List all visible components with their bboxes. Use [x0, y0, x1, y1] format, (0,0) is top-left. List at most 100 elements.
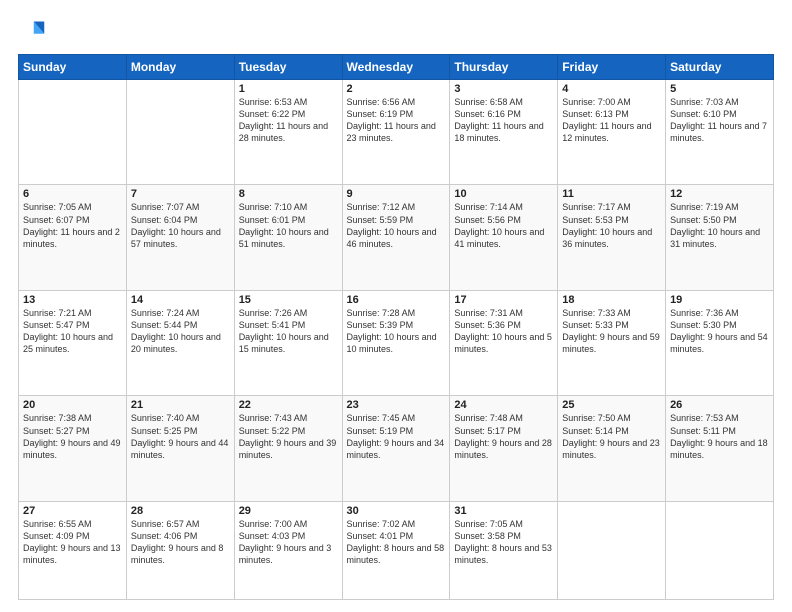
calendar-cell: 30Sunrise: 7:02 AMSunset: 4:01 PMDayligh… [342, 501, 450, 599]
day-number: 31 [454, 505, 553, 517]
day-number: 7 [131, 188, 230, 200]
day-number: 23 [347, 399, 446, 411]
logo [18, 18, 50, 46]
day-detail: Sunrise: 7:07 AMSunset: 6:04 PMDaylight:… [131, 201, 230, 250]
day-detail: Sunrise: 7:31 AMSunset: 5:36 PMDaylight:… [454, 307, 553, 356]
day-number: 24 [454, 399, 553, 411]
day-detail: Sunrise: 7:05 AMSunset: 6:07 PMDaylight:… [23, 201, 122, 250]
day-number: 5 [670, 83, 769, 95]
day-detail: Sunrise: 7:45 AMSunset: 5:19 PMDaylight:… [347, 412, 446, 461]
header-row: SundayMondayTuesdayWednesdayThursdayFrid… [19, 55, 774, 80]
header [18, 18, 774, 46]
day-number: 4 [562, 83, 661, 95]
day-number: 3 [454, 83, 553, 95]
calendar-cell: 16Sunrise: 7:28 AMSunset: 5:39 PMDayligh… [342, 290, 450, 395]
day-number: 2 [347, 83, 446, 95]
calendar-week-row: 6Sunrise: 7:05 AMSunset: 6:07 PMDaylight… [19, 185, 774, 290]
day-number: 29 [239, 505, 338, 517]
day-number: 9 [347, 188, 446, 200]
weekday-header: Thursday [450, 55, 558, 80]
day-number: 1 [239, 83, 338, 95]
day-number: 27 [23, 505, 122, 517]
day-detail: Sunrise: 7:38 AMSunset: 5:27 PMDaylight:… [23, 412, 122, 461]
weekday-header: Saturday [666, 55, 774, 80]
calendar-cell: 27Sunrise: 6:55 AMSunset: 4:09 PMDayligh… [19, 501, 127, 599]
calendar-cell: 23Sunrise: 7:45 AMSunset: 5:19 PMDayligh… [342, 396, 450, 501]
calendar-cell: 13Sunrise: 7:21 AMSunset: 5:47 PMDayligh… [19, 290, 127, 395]
day-detail: Sunrise: 7:10 AMSunset: 6:01 PMDaylight:… [239, 201, 338, 250]
day-detail: Sunrise: 7:21 AMSunset: 5:47 PMDaylight:… [23, 307, 122, 356]
calendar-cell: 3Sunrise: 6:58 AMSunset: 6:16 PMDaylight… [450, 80, 558, 185]
day-number: 14 [131, 294, 230, 306]
day-number: 8 [239, 188, 338, 200]
calendar-cell: 21Sunrise: 7:40 AMSunset: 5:25 PMDayligh… [126, 396, 234, 501]
calendar-week-row: 13Sunrise: 7:21 AMSunset: 5:47 PMDayligh… [19, 290, 774, 395]
calendar-cell: 18Sunrise: 7:33 AMSunset: 5:33 PMDayligh… [558, 290, 666, 395]
day-detail: Sunrise: 7:02 AMSunset: 4:01 PMDaylight:… [347, 518, 446, 567]
day-detail: Sunrise: 6:55 AMSunset: 4:09 PMDaylight:… [23, 518, 122, 567]
day-detail: Sunrise: 7:00 AMSunset: 6:13 PMDaylight:… [562, 96, 661, 145]
day-number: 18 [562, 294, 661, 306]
day-number: 20 [23, 399, 122, 411]
day-detail: Sunrise: 7:03 AMSunset: 6:10 PMDaylight:… [670, 96, 769, 145]
calendar-cell: 9Sunrise: 7:12 AMSunset: 5:59 PMDaylight… [342, 185, 450, 290]
day-number: 6 [23, 188, 122, 200]
calendar-table: SundayMondayTuesdayWednesdayThursdayFrid… [18, 54, 774, 600]
calendar-cell: 20Sunrise: 7:38 AMSunset: 5:27 PMDayligh… [19, 396, 127, 501]
calendar-cell: 12Sunrise: 7:19 AMSunset: 5:50 PMDayligh… [666, 185, 774, 290]
day-detail: Sunrise: 7:40 AMSunset: 5:25 PMDaylight:… [131, 412, 230, 461]
logo-icon [18, 18, 46, 46]
day-detail: Sunrise: 7:05 AMSunset: 3:58 PMDaylight:… [454, 518, 553, 567]
day-detail: Sunrise: 7:19 AMSunset: 5:50 PMDaylight:… [670, 201, 769, 250]
day-detail: Sunrise: 7:14 AMSunset: 5:56 PMDaylight:… [454, 201, 553, 250]
calendar-cell: 19Sunrise: 7:36 AMSunset: 5:30 PMDayligh… [666, 290, 774, 395]
calendar-cell: 1Sunrise: 6:53 AMSunset: 6:22 PMDaylight… [234, 80, 342, 185]
day-number: 13 [23, 294, 122, 306]
day-detail: Sunrise: 7:53 AMSunset: 5:11 PMDaylight:… [670, 412, 769, 461]
calendar-week-row: 20Sunrise: 7:38 AMSunset: 5:27 PMDayligh… [19, 396, 774, 501]
day-detail: Sunrise: 7:48 AMSunset: 5:17 PMDaylight:… [454, 412, 553, 461]
day-detail: Sunrise: 7:33 AMSunset: 5:33 PMDaylight:… [562, 307, 661, 356]
day-number: 12 [670, 188, 769, 200]
day-detail: Sunrise: 7:24 AMSunset: 5:44 PMDaylight:… [131, 307, 230, 356]
day-detail: Sunrise: 7:17 AMSunset: 5:53 PMDaylight:… [562, 201, 661, 250]
day-number: 22 [239, 399, 338, 411]
weekday-header: Wednesday [342, 55, 450, 80]
calendar-cell: 31Sunrise: 7:05 AMSunset: 3:58 PMDayligh… [450, 501, 558, 599]
day-number: 17 [454, 294, 553, 306]
page: SundayMondayTuesdayWednesdayThursdayFrid… [0, 0, 792, 612]
calendar-cell [558, 501, 666, 599]
calendar-cell: 6Sunrise: 7:05 AMSunset: 6:07 PMDaylight… [19, 185, 127, 290]
calendar-cell: 14Sunrise: 7:24 AMSunset: 5:44 PMDayligh… [126, 290, 234, 395]
day-number: 25 [562, 399, 661, 411]
calendar-cell: 4Sunrise: 7:00 AMSunset: 6:13 PMDaylight… [558, 80, 666, 185]
calendar-cell: 15Sunrise: 7:26 AMSunset: 5:41 PMDayligh… [234, 290, 342, 395]
day-number: 28 [131, 505, 230, 517]
day-detail: Sunrise: 7:26 AMSunset: 5:41 PMDaylight:… [239, 307, 338, 356]
calendar-cell: 25Sunrise: 7:50 AMSunset: 5:14 PMDayligh… [558, 396, 666, 501]
calendar-cell [19, 80, 127, 185]
calendar-cell [666, 501, 774, 599]
day-detail: Sunrise: 6:57 AMSunset: 4:06 PMDaylight:… [131, 518, 230, 567]
weekday-header: Tuesday [234, 55, 342, 80]
weekday-header: Sunday [19, 55, 127, 80]
day-detail: Sunrise: 7:00 AMSunset: 4:03 PMDaylight:… [239, 518, 338, 567]
calendar-cell: 2Sunrise: 6:56 AMSunset: 6:19 PMDaylight… [342, 80, 450, 185]
day-number: 19 [670, 294, 769, 306]
calendar-cell: 11Sunrise: 7:17 AMSunset: 5:53 PMDayligh… [558, 185, 666, 290]
calendar-cell: 10Sunrise: 7:14 AMSunset: 5:56 PMDayligh… [450, 185, 558, 290]
day-detail: Sunrise: 7:36 AMSunset: 5:30 PMDaylight:… [670, 307, 769, 356]
weekday-header: Monday [126, 55, 234, 80]
calendar-cell: 26Sunrise: 7:53 AMSunset: 5:11 PMDayligh… [666, 396, 774, 501]
calendar-cell [126, 80, 234, 185]
day-detail: Sunrise: 6:58 AMSunset: 6:16 PMDaylight:… [454, 96, 553, 145]
day-number: 10 [454, 188, 553, 200]
day-detail: Sunrise: 7:50 AMSunset: 5:14 PMDaylight:… [562, 412, 661, 461]
calendar-cell: 7Sunrise: 7:07 AMSunset: 6:04 PMDaylight… [126, 185, 234, 290]
day-number: 21 [131, 399, 230, 411]
weekday-header: Friday [558, 55, 666, 80]
calendar-cell: 22Sunrise: 7:43 AMSunset: 5:22 PMDayligh… [234, 396, 342, 501]
calendar-cell: 28Sunrise: 6:57 AMSunset: 4:06 PMDayligh… [126, 501, 234, 599]
day-number: 11 [562, 188, 661, 200]
calendar-cell: 29Sunrise: 7:00 AMSunset: 4:03 PMDayligh… [234, 501, 342, 599]
